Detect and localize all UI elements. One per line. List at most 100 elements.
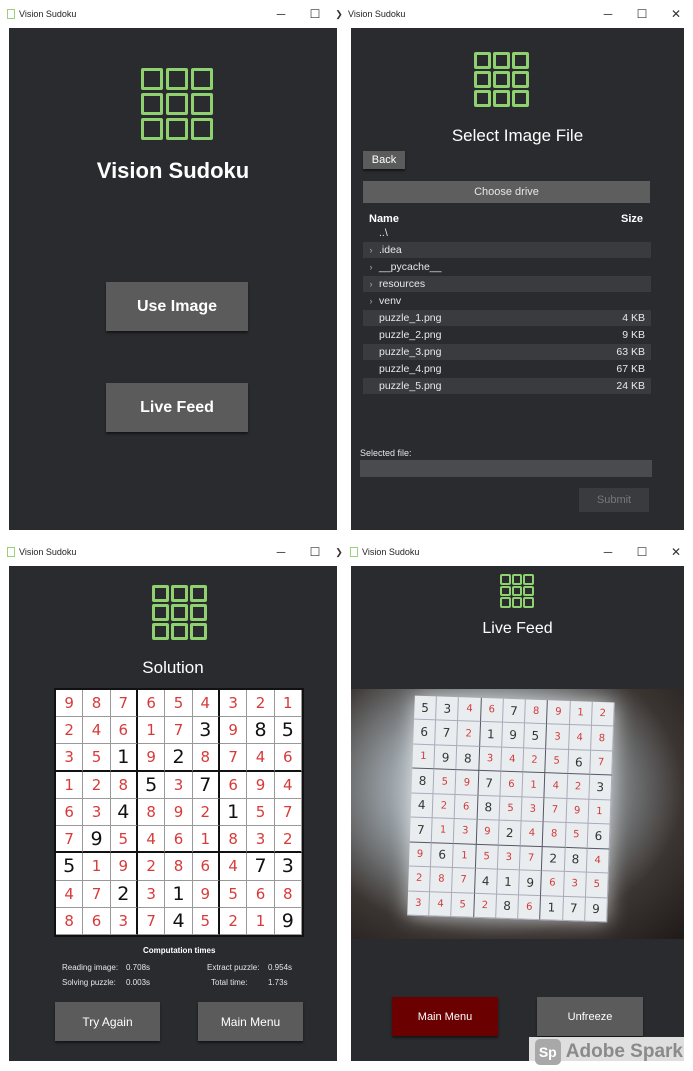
unfreeze-button[interactable]: Unfreeze [537, 997, 643, 1036]
file-row[interactable]: › .idea [363, 242, 651, 258]
sudoku-cell: 7 [220, 744, 248, 772]
sudoku-cell: 5 [83, 744, 111, 772]
feed-cell: 6 [431, 842, 455, 869]
feed-cell: 7 [409, 817, 433, 843]
file-row[interactable]: puzzle_5.png 24 KB [363, 378, 651, 394]
file-size: 63 KB [616, 346, 645, 358]
sudoku-cell: 1 [110, 744, 138, 772]
feed-cell: 5 [585, 872, 609, 898]
feed-cell: 1 [569, 701, 593, 727]
use-image-button[interactable]: Use Image [106, 282, 248, 331]
sudoku-cell: 9 [138, 744, 166, 772]
selected-file-field[interactable] [360, 460, 652, 477]
submit-button[interactable]: Submit [579, 488, 649, 512]
page-title: Live Feed [482, 620, 553, 637]
file-name: puzzle_4.png [379, 363, 442, 375]
main-menu-panel: Vision Sudoku Use Image Live Feed [9, 28, 337, 530]
sudoku-cell: 8 [192, 744, 220, 772]
try-again-button[interactable]: Try Again [55, 1002, 160, 1041]
minimize-icon[interactable]: ─ [591, 545, 625, 559]
feed-cell: 8 [564, 847, 588, 873]
feed-cell: 9 [476, 820, 500, 846]
close-icon[interactable]: ✕ [659, 545, 693, 559]
feed-cell: 8 [477, 795, 501, 821]
camera-feed: 5346789126721953481983425678597614234268… [351, 689, 684, 939]
feed-cell: 5 [414, 695, 438, 721]
feed-cell: 6 [480, 697, 504, 724]
sudoku-grid-logo-icon [141, 68, 213, 140]
feed-cell: 6 [455, 794, 479, 821]
sudoku-cell: 8 [220, 826, 248, 854]
feed-cell: 9 [502, 723, 526, 749]
feed-cell: 9 [584, 897, 608, 923]
maximize-icon[interactable]: ☐ [298, 7, 332, 21]
sudoku-cell: 1 [165, 880, 193, 908]
maximize-icon[interactable]: ☐ [625, 545, 659, 559]
sudoku-cell: 5 [274, 717, 302, 745]
feed-cell: 1 [522, 772, 546, 798]
feed-cell: 5 [565, 823, 589, 849]
file-row[interactable]: ..\ [363, 225, 651, 241]
feed-cell: 3 [589, 775, 613, 801]
feed-cell: 6 [587, 823, 611, 850]
file-row[interactable]: puzzle_3.png 63 KB [363, 344, 651, 360]
file-row[interactable]: puzzle_1.png 4 KB [363, 310, 651, 326]
back-button[interactable]: Back [363, 151, 405, 169]
sudoku-cell: 2 [165, 744, 193, 772]
sudoku-cell: 6 [220, 771, 248, 799]
sudoku-cell: 2 [138, 853, 166, 881]
feed-cell: 9 [519, 870, 543, 896]
maximize-icon[interactable]: ☐ [298, 545, 332, 559]
close-icon[interactable]: ✕ [659, 7, 693, 21]
feed-cell: 7 [452, 868, 476, 894]
feed-cell: 3 [454, 819, 478, 845]
feed-cell: 2 [408, 866, 432, 892]
main-menu-button[interactable]: Main Menu [392, 997, 498, 1036]
feed-cell: 3 [407, 891, 431, 917]
feed-cell: 3 [478, 746, 503, 772]
main-menu-button[interactable]: Main Menu [198, 1002, 303, 1041]
choose-drive-dropdown[interactable]: Choose drive [363, 181, 650, 203]
feed-cell: 4 [544, 773, 568, 799]
arrow-right-icon[interactable]: ❯ [332, 9, 346, 20]
file-row[interactable]: › venv [363, 293, 651, 309]
file-row[interactable]: puzzle_2.png 9 KB [363, 327, 651, 343]
column-header-size[interactable]: Size [621, 213, 643, 225]
file-row[interactable]: puzzle_4.png 67 KB [363, 361, 651, 377]
sudoku-cell: 7 [56, 826, 84, 854]
feed-cell: 2 [523, 748, 547, 774]
watermark-text: Adobe Spark [565, 1041, 683, 1062]
feed-cell: 5 [451, 892, 475, 918]
sudoku-cell: 4 [274, 771, 302, 799]
feed-cell: 1 [412, 744, 436, 770]
file-row[interactable]: › __pycache__ [363, 259, 651, 275]
sudoku-cell: 5 [56, 853, 84, 881]
page-title: Solution [142, 658, 204, 677]
sudoku-cell: 6 [165, 826, 193, 854]
feed-cell: 9 [547, 700, 571, 726]
minimize-icon[interactable]: ─ [264, 7, 298, 21]
feed-cell: 2 [473, 893, 497, 919]
sudoku-grid-logo-icon [474, 52, 529, 107]
feed-cell: 5 [499, 796, 523, 822]
sudoku-cell: 9 [192, 880, 220, 908]
feed-cell: 7 [478, 771, 502, 797]
file-name: resources [379, 278, 426, 290]
sudoku-cell: 9 [83, 826, 111, 854]
sudoku-cell: 2 [220, 907, 248, 935]
maximize-icon[interactable]: ☐ [625, 7, 659, 21]
file-name: __pycache__ [379, 261, 442, 273]
file-size: 4 KB [622, 312, 645, 324]
sudoku-cell: 7 [274, 798, 302, 827]
minimize-icon[interactable]: ─ [591, 7, 625, 21]
sudoku-cell: 4 [110, 798, 138, 827]
file-row[interactable]: › resources [363, 276, 651, 292]
sudoku-grid-logo-icon [152, 585, 207, 640]
sudoku-cell: 8 [138, 798, 166, 827]
column-header-name[interactable]: Name [369, 213, 399, 225]
arrow-right-icon[interactable]: ❯ [332, 547, 346, 558]
live-feed-button[interactable]: Live Feed [106, 383, 248, 432]
feed-cell: 1 [453, 843, 477, 869]
minimize-icon[interactable]: ─ [264, 545, 298, 559]
sudoku-cell: 5 [165, 690, 193, 718]
